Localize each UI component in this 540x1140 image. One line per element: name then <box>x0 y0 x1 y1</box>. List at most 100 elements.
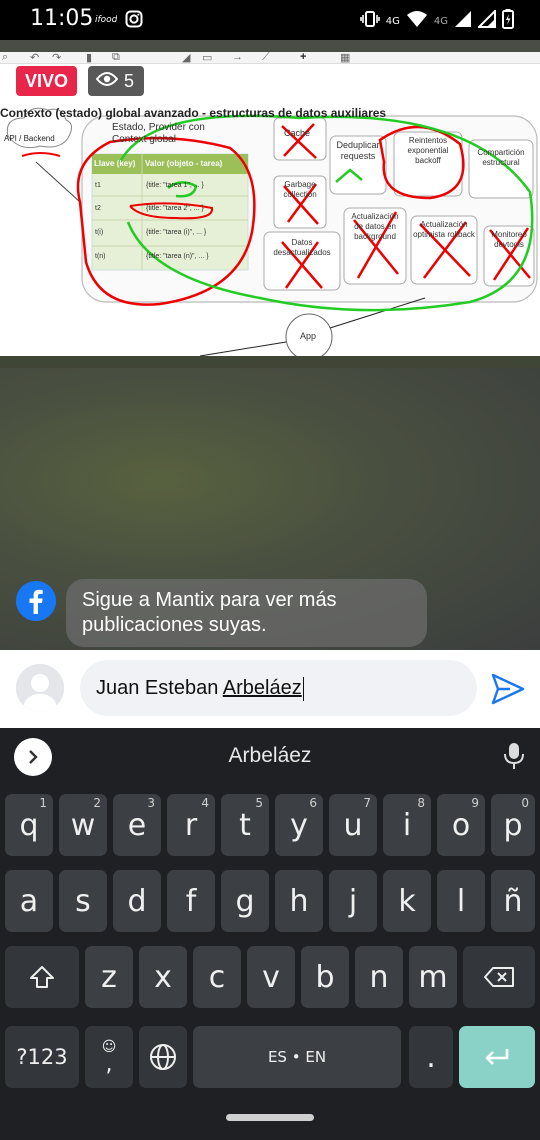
facebook-avatar[interactable] <box>16 581 56 621</box>
default-avatar-icon <box>16 664 64 712</box>
shared-screen-slide: ⌕ ↶ ↷ ▮ ⧉ ◢ ▭ → ⟋ + ▦ API / Backend Esta… <box>0 52 540 356</box>
microphone-icon <box>504 743 524 769</box>
enter-icon <box>485 1049 509 1065</box>
feature-label: Actualización optimista rollback <box>413 220 475 239</box>
key-k[interactable]: k <box>383 870 431 932</box>
viewer-count-value: 5 <box>124 71 135 91</box>
table-value: {title: "tarea 1", ... } <box>146 182 204 189</box>
key-t[interactable]: t5 <box>221 794 269 856</box>
table-value: {title: "tarea (n)", ... } <box>146 253 209 260</box>
emoji-comma-key[interactable]: ☺ , <box>85 1026 133 1088</box>
key-m[interactable]: m <box>409 946 457 1008</box>
network-type-label: 4G <box>385 16 400 27</box>
key-q[interactable]: q1 <box>5 794 53 856</box>
table-key: t2 <box>95 205 101 212</box>
signal-icon <box>454 10 472 33</box>
symbols-key[interactable]: ?123 <box>5 1026 79 1088</box>
key-w[interactable]: w2 <box>59 794 107 856</box>
shift-key[interactable] <box>5 946 79 1008</box>
key-p[interactable]: p0 <box>491 794 535 856</box>
live-video[interactable]: ⌕ ↶ ↷ ▮ ⧉ ◢ ▭ → ⟋ + ▦ API / Backend Esta… <box>0 40 540 650</box>
feature-label: Reintentos exponential backoff <box>407 136 449 165</box>
eye-icon <box>95 66 119 96</box>
status-bar: 11:05 ifood 4G 4G <box>0 0 540 40</box>
send-icon <box>491 673 525 705</box>
key-r[interactable]: r4 <box>167 794 215 856</box>
space-bar[interactable]: ES • EN <box>193 1026 401 1088</box>
home-gesture-pill[interactable] <box>226 1114 314 1121</box>
suggestion-word[interactable]: Arbeláez <box>0 744 540 768</box>
key-n-tilde[interactable]: ñ <box>491 870 535 932</box>
diagram <box>6 107 538 356</box>
key-c[interactable]: c <box>193 946 241 1008</box>
vibrate-icon <box>359 11 380 32</box>
key-l[interactable]: l <box>437 870 485 932</box>
viewer-count: 5 <box>88 66 145 96</box>
feature-label: Compartición estructural <box>477 148 525 167</box>
key-b[interactable]: b <box>301 946 349 1008</box>
slide-title: Contexto (estado) global avanzado - estr… <box>0 106 387 120</box>
enter-key[interactable] <box>459 1026 535 1088</box>
feature-label: Actualización de datos en background <box>351 212 399 241</box>
language-key[interactable] <box>139 1026 187 1088</box>
key-g[interactable]: g <box>221 870 269 932</box>
globe-icon <box>150 1044 176 1070</box>
table-key: t(i) <box>95 229 104 236</box>
key-j[interactable]: j <box>329 870 377 932</box>
backspace-icon <box>484 967 514 987</box>
key-x[interactable]: x <box>139 946 187 1008</box>
navigation-bar <box>0 1098 540 1140</box>
on-screen-keyboard: Arbeláez q1 w2 e3 r4 t5 y6 u7 i8 o9 p0 a… <box>0 728 540 1140</box>
key-e[interactable]: e3 <box>113 794 161 856</box>
user-avatar <box>16 664 64 712</box>
comment-text: Juan Esteban <box>96 677 223 699</box>
backspace-key[interactable] <box>463 946 535 1008</box>
comment-text-composing: Arbeláez <box>222 677 302 699</box>
network-type-label-2: 4G <box>433 16 448 27</box>
key-f[interactable]: f <box>167 870 215 932</box>
facebook-icon <box>16 581 56 621</box>
shift-icon <box>30 966 54 988</box>
key-o[interactable]: o9 <box>437 794 485 856</box>
signal-icon <box>476 8 496 33</box>
key-y[interactable]: y6 <box>275 794 323 856</box>
api-backend-label: API / Backend <box>4 134 55 143</box>
send-button[interactable] <box>490 672 526 706</box>
instagram-icon <box>125 10 143 33</box>
table-value: {title: "tarea (i)", ... } <box>146 229 207 236</box>
follow-message-bubble: Sigue a Mantix para ver más publicacione… <box>66 579 427 647</box>
key-a[interactable]: a <box>5 870 53 932</box>
key-d[interactable]: d <box>113 870 161 932</box>
text-caret <box>302 676 305 701</box>
voice-input-button[interactable] <box>503 742 525 775</box>
wifi-icon <box>406 10 428 33</box>
key-h[interactable]: h <box>275 870 323 932</box>
comment-input[interactable]: Juan Esteban Arbeláez <box>80 660 477 716</box>
table-key: t(n) <box>95 253 106 260</box>
table-key: t1 <box>95 182 101 189</box>
app-label: App <box>300 331 317 341</box>
feature-label: Monitoreo devtools <box>491 230 527 249</box>
svg-text:ifood: ifood <box>95 15 117 25</box>
clock: 11:05 <box>30 6 94 31</box>
comment-bar: Juan Esteban Arbeláez <box>0 650 540 728</box>
suggestion-strip: Arbeláez <box>0 728 540 786</box>
key-v[interactable]: v <box>247 946 295 1008</box>
feature-label: Caché <box>284 128 311 138</box>
key-s[interactable]: s <box>59 870 107 932</box>
feature-label: Garbage collection <box>283 180 317 199</box>
period-key[interactable]: . <box>409 1026 453 1088</box>
feature-label: Deduplicar requests <box>336 140 380 161</box>
table-value: {title: "tarea 2", ... } <box>146 205 204 212</box>
provider-label: Estado, Provider con Context global <box>112 122 205 145</box>
table-header-key: Llave (key) <box>94 159 136 168</box>
table-header-value: Valor (objeto - tarea) <box>145 159 223 168</box>
live-badge: VIVO <box>16 66 78 96</box>
key-i[interactable]: i8 <box>383 794 431 856</box>
battery-charging-icon <box>502 9 514 34</box>
key-z[interactable]: z <box>85 946 133 1008</box>
feature-label: Datos desactualizados <box>273 238 331 257</box>
key-n[interactable]: n <box>355 946 403 1008</box>
key-u[interactable]: u7 <box>329 794 377 856</box>
notification-icon: ifood <box>95 12 118 31</box>
